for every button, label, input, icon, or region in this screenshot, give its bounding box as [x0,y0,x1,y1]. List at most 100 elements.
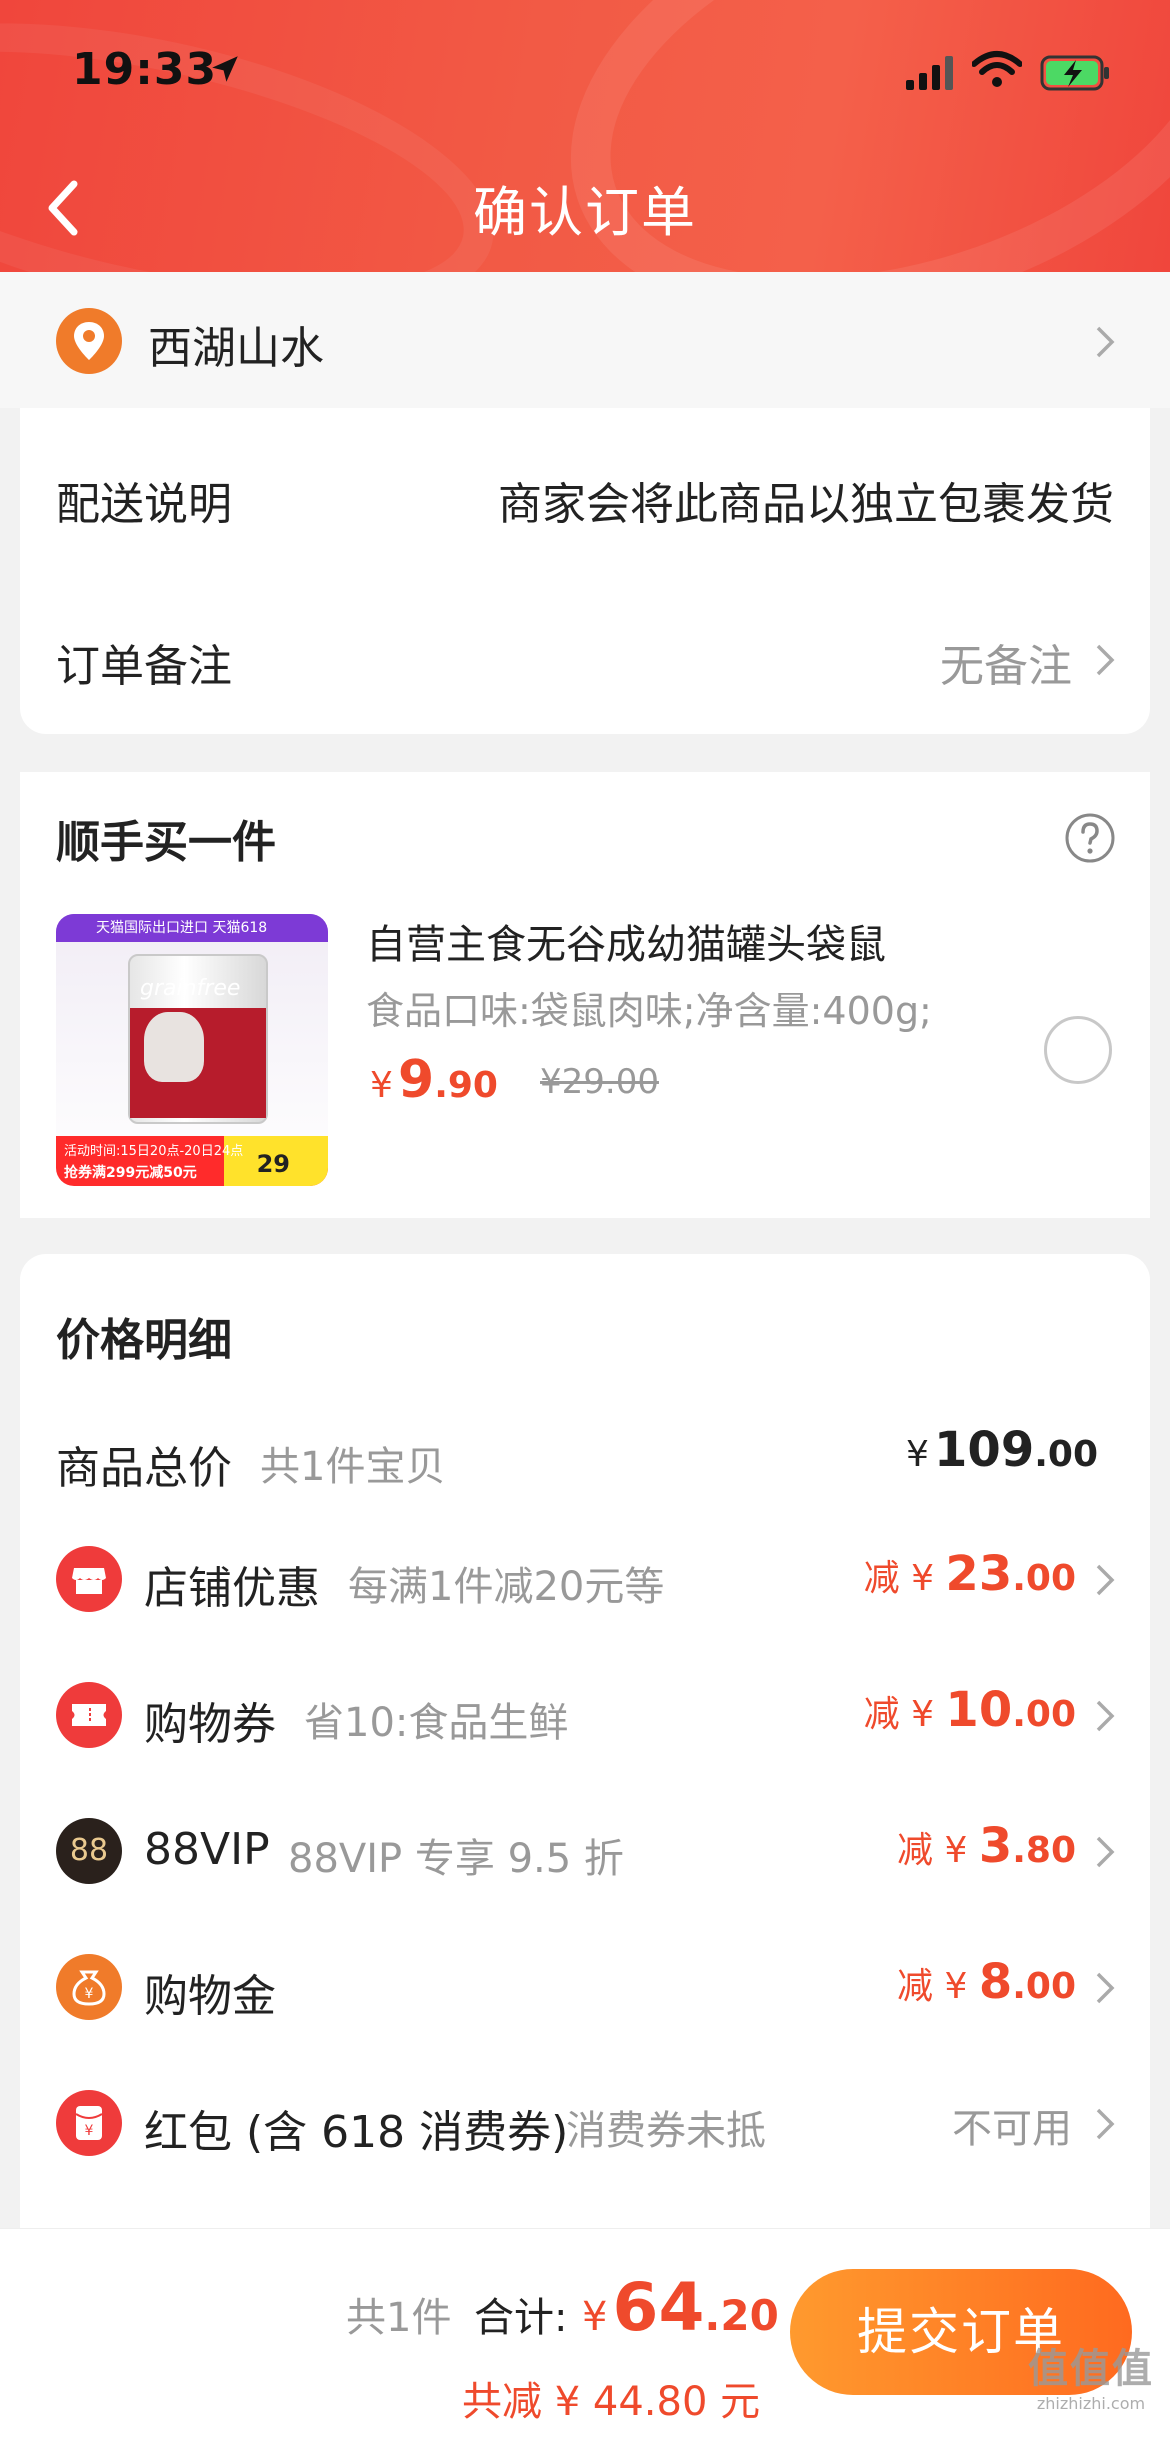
price-detail-title: 价格明细 [56,1315,232,1366]
delivery-label: 配送说明 [56,479,232,530]
select-product-radio[interactable] [1044,1016,1112,1084]
price-dec: .90 [434,1065,498,1106]
amount-dec: .00 [1012,1558,1076,1599]
watermark-url: zhizhizhi.com [1036,2394,1146,2413]
amount-prefix: 减 ¥ [863,1694,946,1735]
amount-symbol: ¥ [906,1434,929,1475]
total-amount: ¥ 109.00 [906,1422,1098,1478]
discount-amount: 减 ¥ 23.00 [864,1546,1076,1602]
chevron-right-icon [1096,1972,1115,2004]
location-pin-icon [56,308,122,374]
shop-icon [56,1546,122,1612]
battery-charging-icon [1040,55,1109,91]
ticket-icon [56,1682,122,1748]
image-banner: 天猫国际出口进口 天猫618 [56,914,328,942]
product-image[interactable]: 天猫国际出口进口 天猫618 grainfree 活动时间:15日20点-20日… [56,914,328,1186]
discount-amount: 减 ¥ 10.00 [864,1682,1076,1738]
red-packet-symbol: ¥ [85,2123,94,2139]
red-packet-row[interactable]: ¥ 红包 (含 618 消费券) 消费券未抵 不可用 [20,2066,1150,2182]
amount-dec: .80 [1012,1830,1076,1871]
chevron-right-icon [1096,644,1115,676]
amount-dec: .00 [1012,1966,1076,2007]
image-brand: grainfree [140,976,241,1001]
upsell-title: 顺手买一件 [56,817,276,868]
total-dec: .20 [704,2291,779,2340]
chevron-right-icon [1096,1836,1115,1868]
chevron-right-icon [1096,2108,1115,2140]
order-note-row[interactable]: 订单备注 无备注 [20,608,1150,718]
watermark: 值值值 zhizhizhi.com [1016,2336,1166,2413]
red-packet-icon: ¥ [56,2090,122,2156]
discount-desc: 每满1件减20元等 [348,1564,665,1610]
total-int: 64 [612,2269,705,2346]
discount-amount: 减 ¥ 8.00 [897,1954,1076,2010]
amount-prefix: 减 ¥ [897,1830,979,1871]
page-title: 确认订单 [473,181,697,244]
amount-prefix: 减 ¥ [897,1966,979,2007]
red-packet-value: 不可用 [952,2106,1072,2152]
discount-row-shopping-money[interactable]: ¥ 购物金 减 ¥ 8.00 [20,1930,1150,2046]
item-count: 共1件 [346,2295,452,2341]
upsell-card: 顺手买一件 天猫国际出口进口 天猫618 grainfree 活动时间:15日2… [20,772,1150,1218]
discount-label: 购物券 [144,1699,276,1750]
discount-desc: 省10:食品生鲜 [304,1700,569,1746]
discount-row-88vip[interactable]: 88 88VIP 88VIP 专享 9.5 折 减 ¥ 3.80 [20,1794,1150,1910]
amount-dec: .00 [1012,1694,1076,1735]
original-price: ¥29.00 [540,1062,659,1102]
total-saved: 共减 ¥ 44.80 元 [462,2379,761,2425]
amount-prefix: 减 ¥ [863,1558,946,1599]
address-label: 西湖山水 [148,323,324,374]
red-packet-desc: 消费券未抵 [566,2108,766,2154]
amount-dec: .00 [1034,1434,1098,1475]
88vip-icon: 88 [56,1818,122,1884]
watermark-logo: 值值值 [1028,2346,1154,2392]
status-time: 19:33 [72,44,218,95]
address-row[interactable]: 西湖山水 [0,272,1170,408]
amount-int: 109 [934,1422,1035,1478]
image-promo-strip: 活动时间:15日20点-20日24点 抢券满299元减50元 29 [56,1136,328,1186]
chevron-right-icon [1096,326,1115,358]
discount-row-coupon[interactable]: 购物券 省10:食品生鲜 减 ¥ 10.00 [20,1658,1150,1774]
amount-int: 23 [945,1546,1013,1602]
order-note-value: 无备注 [940,641,1072,692]
chevron-right-icon [1096,1700,1115,1732]
total-desc: 共1件宝贝 [260,1444,446,1490]
header: 19:33 确认订单 [0,0,1170,272]
signal-icon [906,56,953,90]
svg-text:¥: ¥ [85,1986,94,2002]
amount-int: 3 [978,1818,1013,1874]
image-promo-price: 29 [256,1150,290,1178]
amount-int: 10 [945,1682,1013,1738]
discount-label: 店铺优惠 [144,1563,320,1614]
total-symbol: ¥ [582,2294,608,2340]
total-label: 合计: [474,2295,568,2341]
image-promo-coupon: 抢券满299元减50元 [64,1165,197,1181]
red-packet-label: 红包 (含 618 消费券) [144,2107,569,2158]
price-detail-card: 价格明细 商品总价 共1件宝贝 ¥ 109.00 店铺优惠 每满1件减20元等 … [20,1254,1150,2254]
discount-row-shop[interactable]: 店铺优惠 每满1件减20元等 减 ¥ 23.00 [20,1522,1150,1638]
delivery-value: 商家会将此商品以独立包裹发货 [498,479,1114,530]
chevron-right-icon [1096,1564,1115,1596]
bottom-bar: 共1件 合计: ¥ 64.20 共减 ¥ 44.80 元 提交订单 [0,2228,1170,2448]
price-symbol: ¥ [370,1065,393,1106]
discount-desc: 88VIP 专享 9.5 折 [288,1836,624,1882]
order-note-label: 订单备注 [56,641,232,692]
cat-illustration [144,1012,204,1082]
total-label: 商品总价 [56,1443,232,1494]
amount-int: 8 [978,1954,1013,2010]
discount-label: 88VIP [144,1824,270,1875]
help-icon[interactable] [1064,812,1116,864]
price-int: 9 [398,1050,435,1110]
delivery-card: 配送说明 商家会将此商品以独立包裹发货 订单备注 无备注 [20,408,1150,734]
product-price: ¥ 9.90 [370,1050,498,1110]
money-bag-icon: ¥ [56,1954,122,2020]
product-title[interactable]: 自营主食无谷成幼猫罐头袋鼠 [366,912,886,970]
image-promo-time: 活动时间:15日20点-20日24点 [64,1144,244,1159]
location-arrow-icon [212,56,238,82]
discount-amount: 减 ¥ 3.80 [897,1818,1076,1874]
discount-label: 购物金 [144,1971,276,2022]
product-spec: 食品口味:袋鼠肉味;净含量:400g; [366,989,932,1033]
total-amount: ¥ 64.20 [582,2269,779,2346]
status-bar: 19:33 [0,0,1170,140]
wifi-icon [972,51,1022,87]
